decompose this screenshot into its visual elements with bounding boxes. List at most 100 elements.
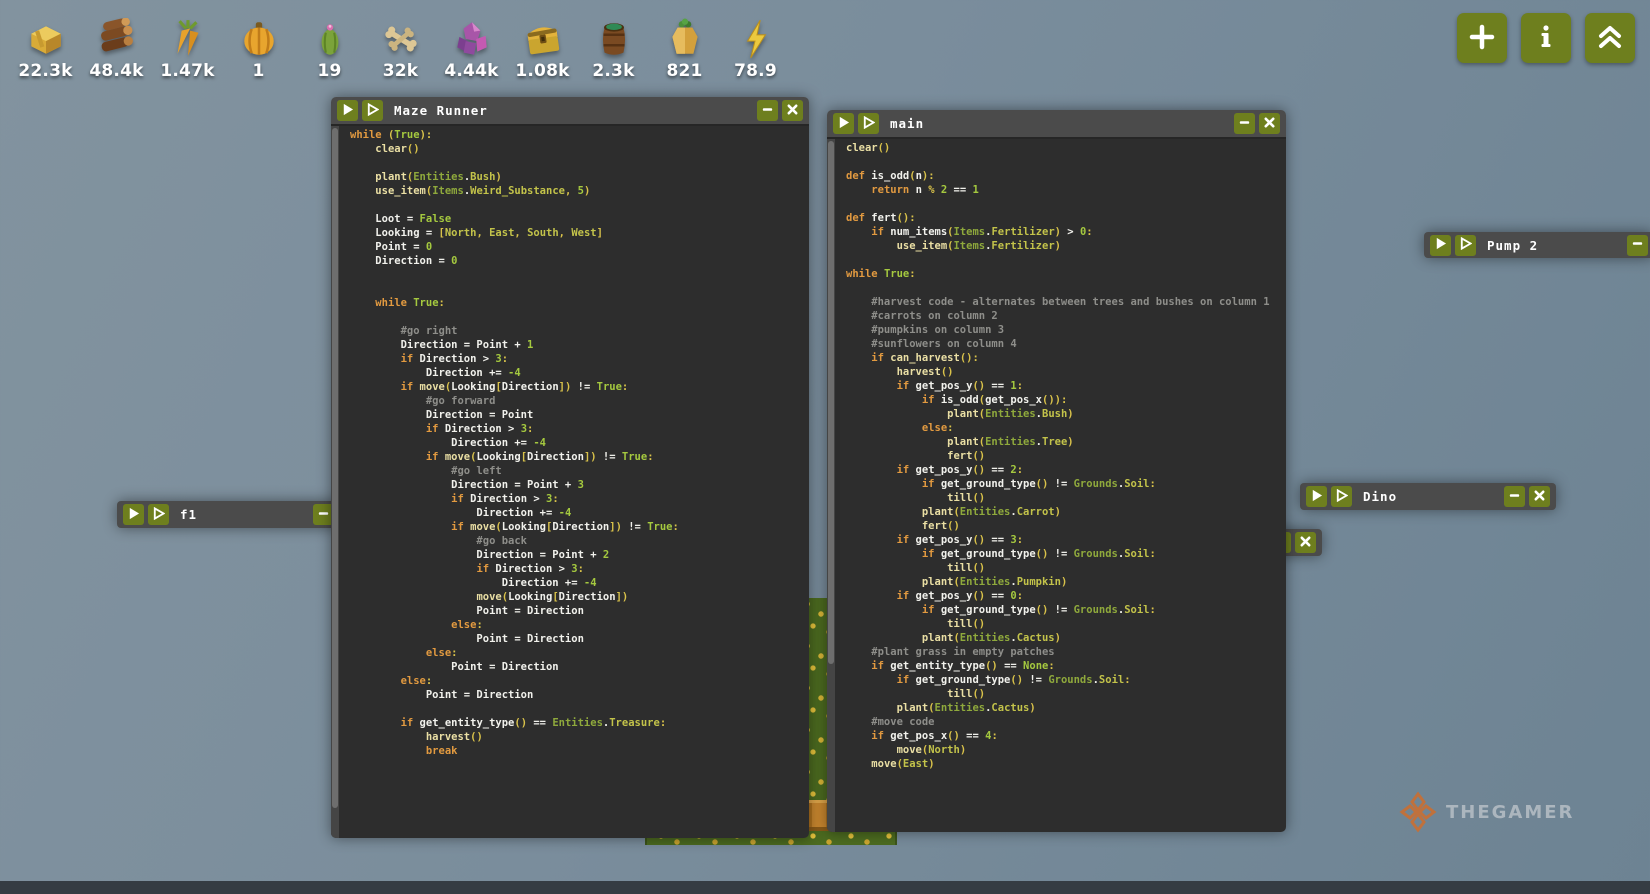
code-line: plant(Entities.Cactus): [846, 631, 1286, 645]
code-line: use_item(Items.Fertilizer): [846, 239, 1286, 253]
window-titlebar[interactable]: Dino: [1300, 483, 1556, 510]
window-title: Dino: [1363, 489, 1397, 504]
plus-icon: [1468, 23, 1496, 54]
step-button[interactable]: [1455, 235, 1476, 256]
minimize-button[interactable]: [757, 100, 778, 121]
gold-chest-icon: [521, 16, 565, 62]
code-line: def is_odd(n):: [846, 169, 1286, 183]
minimize-button[interactable]: [1504, 486, 1525, 507]
code-line: if get_pos_y() == 0:: [846, 589, 1286, 603]
scrollbar[interactable]: [827, 139, 835, 832]
code-line: if get_pos_y() == 3:: [846, 533, 1286, 547]
code-line: return n % 2 == 1: [846, 183, 1286, 197]
code-editor[interactable]: while (True): clear() plant(Entities.Bus…: [331, 124, 809, 838]
step-button[interactable]: [362, 100, 383, 121]
code-line: while True:: [846, 267, 1286, 281]
code-line: Point = Direction: [350, 632, 809, 646]
code-line: move(East): [846, 757, 1286, 771]
wood-icon: [95, 16, 139, 62]
code-line: if get_ground_type() != Grounds.Soil:: [846, 603, 1286, 617]
power-icon: [734, 16, 778, 62]
resource-value: 22.3k: [18, 63, 72, 80]
close-button[interactable]: [1295, 532, 1316, 553]
resource-value: 1.47k: [160, 63, 214, 80]
window-titlebar[interactable]: main: [827, 110, 1286, 137]
code-line: #go back: [350, 534, 809, 548]
code-line: if Direction > 3:: [350, 492, 809, 506]
code-line: if get_entity_type() == Entities.Treasur…: [350, 716, 809, 730]
code-line: else:: [846, 421, 1286, 435]
step-button[interactable]: [148, 504, 169, 525]
collapse-all-button[interactable]: [1585, 13, 1635, 63]
code-line: Point = 0: [350, 240, 809, 254]
window-titlebar[interactable]: Maze Runner: [331, 97, 809, 124]
code-line: Direction += -4: [350, 436, 809, 450]
code-line: Direction = Point + 2: [350, 548, 809, 562]
code-line: if is_odd(get_pos_x()):: [846, 393, 1286, 407]
scrollbar-thumb[interactable]: [332, 128, 338, 808]
resource-counter: 4.44k: [436, 16, 507, 80]
code-line: Looking = [North, East, South, West]: [350, 226, 809, 240]
scrollbar-thumb[interactable]: [828, 141, 834, 664]
cactus-icon: [308, 16, 352, 62]
play-icon: [341, 103, 354, 119]
run-button[interactable]: [123, 504, 144, 525]
step-button[interactable]: [1331, 486, 1352, 507]
add-window-button[interactable]: [1457, 13, 1507, 63]
code-line: clear(): [350, 142, 809, 156]
code-line: if can_harvest():: [846, 351, 1286, 365]
code-content[interactable]: clear()def is_odd(n): return n % 2 == 1d…: [846, 141, 1286, 832]
resource-value: 1.08k: [515, 63, 569, 80]
screen-bottom-strip: [0, 881, 1650, 894]
code-line: else:: [350, 618, 809, 632]
close-button[interactable]: [782, 100, 803, 121]
window-bar-f1: f1: [117, 501, 340, 528]
step-button[interactable]: [858, 113, 879, 134]
play-outline-icon: [1335, 489, 1348, 505]
resource-value: 48.4k: [89, 63, 143, 80]
close-icon: [1299, 535, 1312, 551]
code-line: plant(Entities.Tree): [846, 435, 1286, 449]
minimize-button[interactable]: [1627, 235, 1648, 256]
hay-icon: [24, 16, 68, 62]
code-editor[interactable]: clear()def is_odd(n): return n % 2 == 1d…: [827, 137, 1286, 832]
window-bar-pump-2: Pump 2: [1424, 232, 1650, 258]
code-window-maze-runner: Maze Runner while (True): clear() plant(E…: [331, 97, 809, 838]
code-line: if move(Looking[Direction]) != True:: [350, 450, 809, 464]
code-line: if get_pos_x() == 4:: [846, 729, 1286, 743]
window-titlebar[interactable]: f1: [117, 501, 340, 528]
code-line: if move(Looking[Direction]) != True:: [350, 380, 809, 394]
run-button[interactable]: [1430, 235, 1451, 256]
scrollbar[interactable]: [331, 126, 339, 838]
play-icon: [127, 507, 140, 523]
close-button[interactable]: [1259, 113, 1280, 134]
resource-counter: 48.4k: [81, 16, 152, 80]
code-line: Direction += -4: [350, 576, 809, 590]
code-line: till(): [846, 687, 1286, 701]
code-line: Direction += -4: [350, 506, 809, 520]
close-button[interactable]: [1529, 486, 1550, 507]
code-content[interactable]: while (True): clear() plant(Entities.Bus…: [350, 128, 809, 838]
code-line: if get_ground_type() != Grounds.Soil:: [846, 673, 1286, 687]
run-button[interactable]: [337, 100, 358, 121]
window-title: Pump 2: [1487, 238, 1538, 253]
code-line: #go right: [350, 324, 809, 338]
play-icon: [837, 116, 850, 132]
code-line: [846, 197, 1286, 211]
code-line: Point = Direction: [350, 604, 809, 618]
minimize-button[interactable]: [1234, 113, 1255, 134]
minimize-icon: [1238, 116, 1251, 132]
code-line: if Direction > 3:: [350, 422, 809, 436]
double-chevron-up-icon: [1595, 22, 1625, 55]
run-button[interactable]: [1306, 486, 1327, 507]
code-line: #sunflowers on column 4: [846, 337, 1286, 351]
code-line: plant(Entities.Pumpkin): [846, 575, 1286, 589]
resource-counter: 2.3k: [578, 16, 649, 80]
info-button[interactable]: [1521, 13, 1571, 63]
fertilizer-barrel-icon: [592, 16, 636, 62]
window-titlebar[interactable]: Pump 2: [1424, 232, 1650, 258]
code-line: if get_ground_type() != Grounds.Soil:: [846, 547, 1286, 561]
code-line: break: [350, 744, 809, 758]
code-line: [350, 268, 809, 282]
run-button[interactable]: [833, 113, 854, 134]
